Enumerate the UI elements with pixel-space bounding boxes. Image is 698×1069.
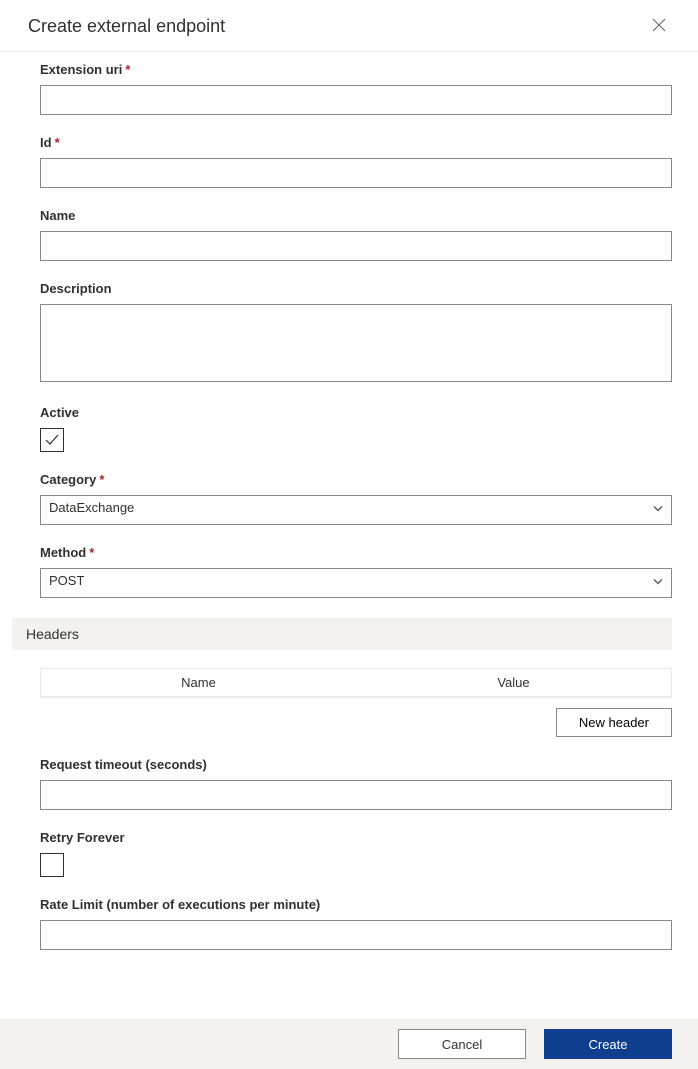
headers-section-title: Headers bbox=[12, 618, 672, 650]
category-label-text: Category bbox=[40, 472, 96, 487]
dialog-title: Create external endpoint bbox=[28, 16, 225, 37]
required-marker: * bbox=[55, 135, 60, 150]
new-header-button[interactable]: New header bbox=[556, 708, 672, 737]
method-select[interactable]: POST bbox=[40, 568, 672, 598]
rate-limit-label: Rate Limit (number of executions per min… bbox=[40, 897, 672, 912]
headers-table: Name Value bbox=[40, 668, 672, 698]
checkmark-icon bbox=[44, 432, 60, 448]
required-marker: * bbox=[89, 545, 94, 560]
extension-uri-input[interactable] bbox=[40, 85, 672, 115]
extension-uri-label-text: Extension uri bbox=[40, 62, 122, 77]
request-timeout-input[interactable] bbox=[40, 780, 672, 810]
description-input[interactable] bbox=[40, 304, 672, 382]
description-label: Description bbox=[40, 281, 672, 296]
cancel-button[interactable]: Cancel bbox=[398, 1029, 526, 1059]
id-label: Id* bbox=[40, 135, 672, 150]
retry-forever-checkbox[interactable] bbox=[40, 853, 64, 877]
headers-col-name: Name bbox=[41, 675, 356, 690]
id-label-text: Id bbox=[40, 135, 52, 150]
active-checkbox[interactable] bbox=[40, 428, 64, 452]
method-label: Method* bbox=[40, 545, 672, 560]
name-label: Name bbox=[40, 208, 672, 223]
rate-limit-input[interactable] bbox=[40, 920, 672, 950]
retry-forever-label: Retry Forever bbox=[40, 830, 672, 845]
method-label-text: Method bbox=[40, 545, 86, 560]
category-select[interactable]: DataExchange bbox=[40, 495, 672, 525]
close-icon[interactable] bbox=[648, 14, 670, 39]
required-marker: * bbox=[125, 62, 130, 77]
headers-col-value: Value bbox=[356, 675, 671, 690]
active-label: Active bbox=[40, 405, 672, 420]
required-marker: * bbox=[99, 472, 104, 487]
id-input[interactable] bbox=[40, 158, 672, 188]
extension-uri-label: Extension uri* bbox=[40, 62, 672, 77]
create-button[interactable]: Create bbox=[544, 1029, 672, 1059]
request-timeout-label: Request timeout (seconds) bbox=[40, 757, 672, 772]
category-label: Category* bbox=[40, 472, 672, 487]
name-input[interactable] bbox=[40, 231, 672, 261]
